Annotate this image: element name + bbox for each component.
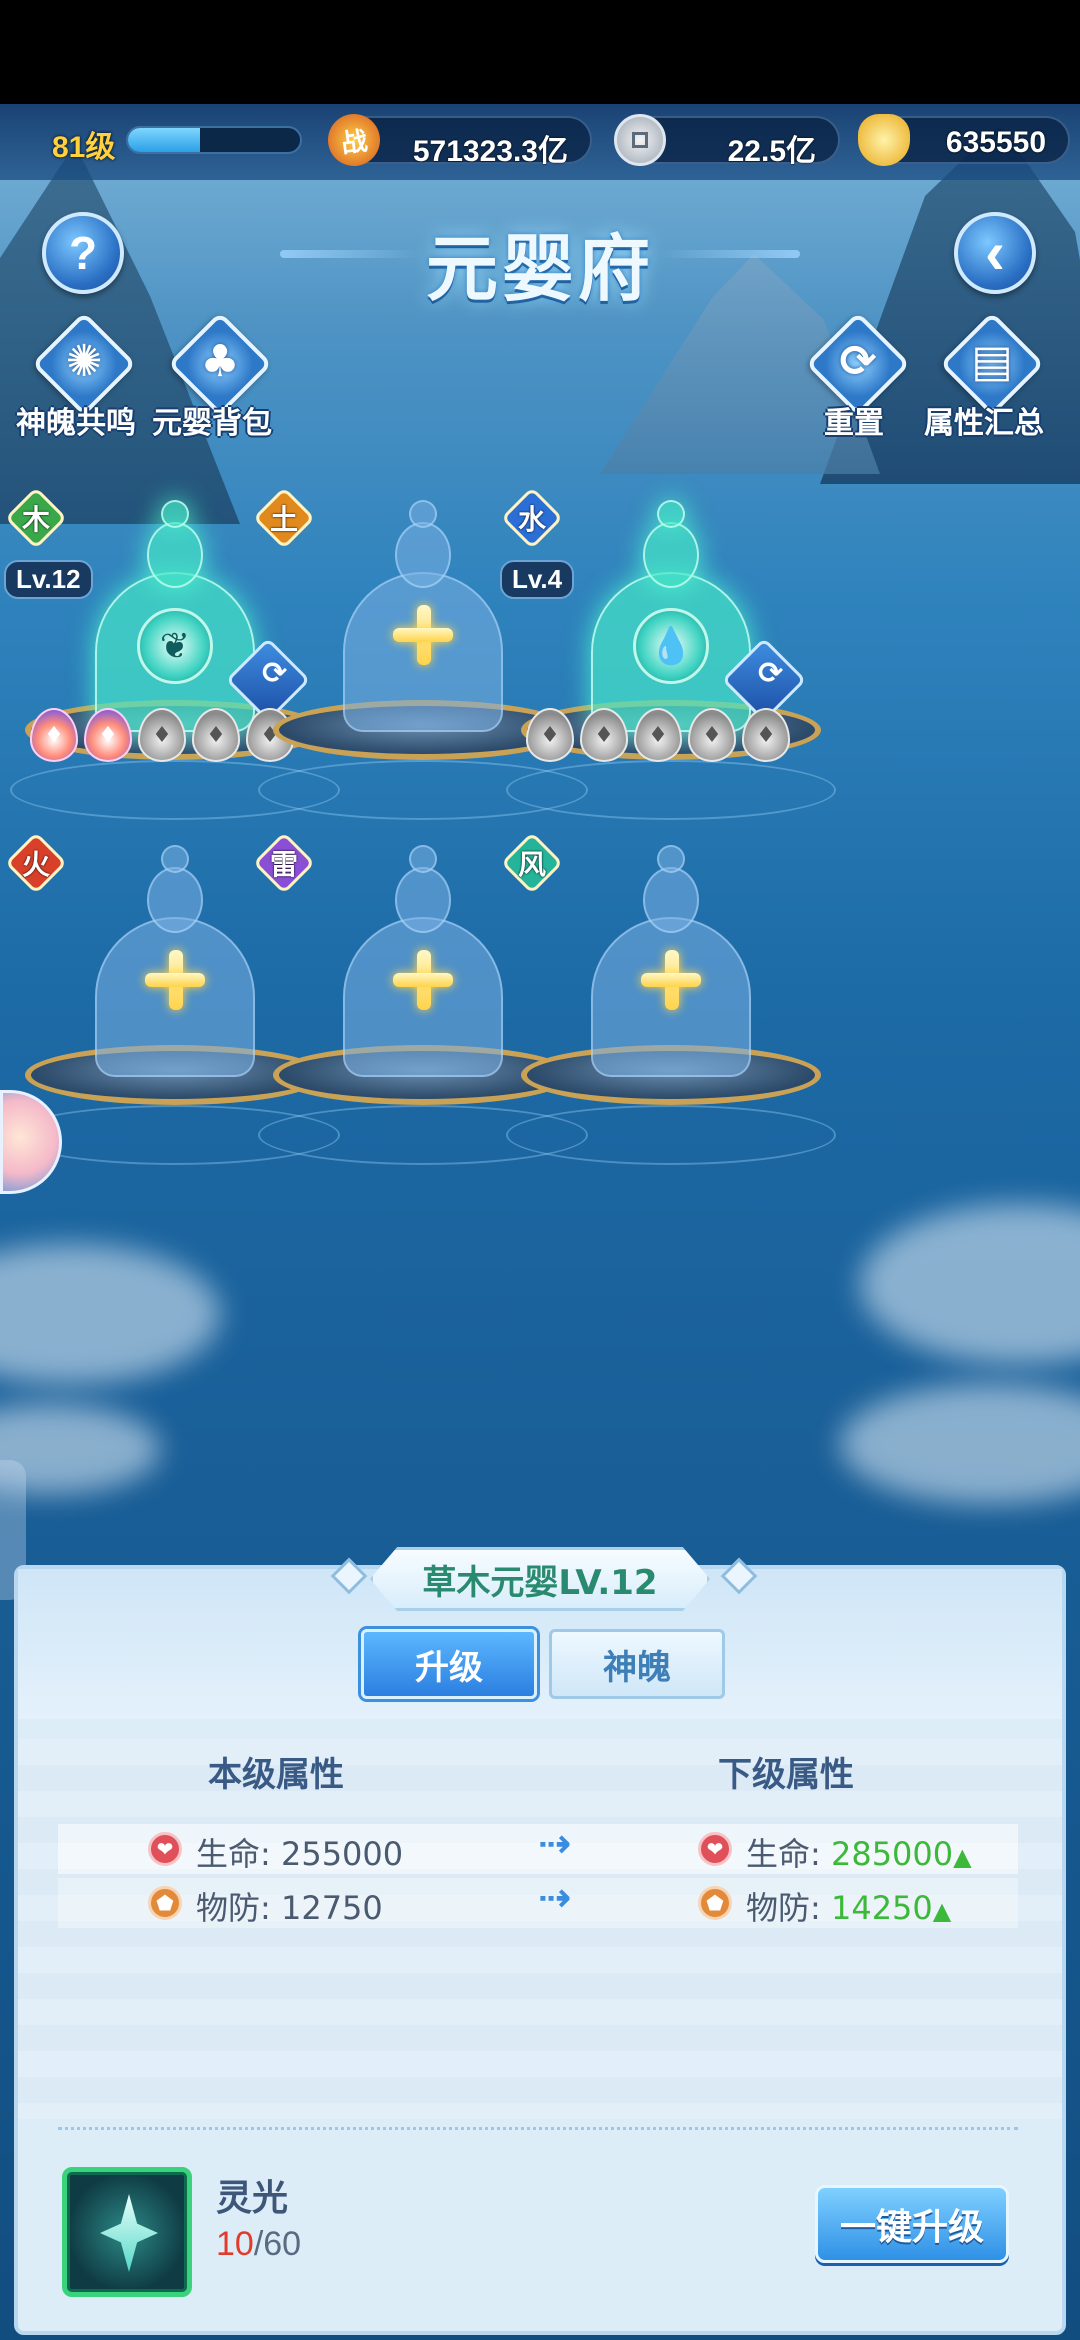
silver-resource[interactable]: 22.5亿	[614, 114, 840, 168]
yuanying-slot[interactable]: 风	[500, 831, 836, 1165]
element-badge: 水	[500, 486, 564, 550]
def-next: 物防: 14250▲	[746, 1889, 952, 1927]
tab-upgrade[interactable]: 升级	[361, 1629, 537, 1699]
def-current: 物防: 12750	[196, 1889, 383, 1927]
arrow-right-icon: ⇢	[538, 1875, 572, 1921]
element-badge: 土	[252, 486, 316, 550]
flame-gem-icon: ♦	[580, 708, 628, 762]
xp-bar	[126, 126, 302, 154]
back-arrow-icon: ‹	[985, 219, 1005, 286]
current-attr-header: 本级属性	[208, 1755, 344, 1795]
battle-power-icon: 战	[324, 110, 384, 170]
element-badge: 火	[4, 831, 68, 895]
slot-level: Lv.4	[500, 560, 575, 599]
cloud	[840, 1384, 1080, 1504]
heart-icon: ❤	[698, 1832, 732, 1866]
item-count: 10/60	[216, 2225, 302, 2263]
gold-value: 635550	[945, 126, 1046, 159]
slot-level: Lv.12	[4, 560, 93, 599]
crystal-star-icon	[100, 2194, 158, 2272]
silver-value: 22.5亿	[727, 135, 816, 168]
soul-resonance-label: 神魄共鸣	[16, 406, 136, 441]
element-badge: 风	[500, 831, 564, 895]
help-button[interactable]: ?	[42, 212, 124, 294]
attr-summary-label: 属性汇总	[924, 406, 1044, 441]
arrow-right-icon: ⇢	[538, 1821, 572, 1867]
increase-arrow-icon: ▲	[932, 1897, 952, 1925]
shield-icon: ⬟	[698, 1886, 732, 1920]
flame-gem-icon: ♦	[526, 708, 574, 762]
flame-gem-icon: ♦	[688, 708, 736, 762]
gem-row: ♦ ♦ ♦ ♦ ♦	[30, 708, 294, 762]
increase-arrow-icon: ▲	[953, 1843, 972, 1871]
gem-row: ♦ ♦ ♦ ♦ ♦	[526, 708, 790, 762]
add-icon	[641, 950, 701, 1010]
item-name: 灵光	[216, 2178, 289, 2219]
refresh-icon: ⟳	[839, 336, 877, 387]
element-badge: 木	[4, 486, 68, 550]
gold-ingot-icon	[858, 114, 910, 166]
attributes-area	[18, 1739, 1062, 2119]
detail-panel: 草木元婴LV.12 升级 神魄 本级属性 下级属性 ❤ 生命: 255000 ⇢…	[14, 1547, 1066, 2335]
bag-icon: ♣	[200, 336, 240, 387]
power-resource: 战 571323.3亿	[324, 110, 592, 170]
power-value: 571323.3亿	[412, 135, 568, 168]
shield-icon: ⬟	[148, 1886, 182, 1920]
heart-icon: ❤	[148, 1832, 182, 1866]
add-icon	[145, 950, 205, 1010]
help-icon: ?	[68, 227, 98, 279]
player-level: 81级	[52, 131, 116, 164]
spirit-light-item[interactable]	[62, 2167, 192, 2297]
cloud	[0, 1244, 220, 1384]
yuanying-bag-label: 元婴背包	[152, 406, 272, 441]
next-attr-header: 下级属性	[718, 1755, 854, 1795]
element-badge: 雷	[252, 831, 316, 895]
panel-title: 草木元婴LV.12	[370, 1547, 710, 1611]
add-icon	[393, 950, 453, 1010]
flame-gem-icon: ♦	[138, 708, 186, 762]
page-title: 元婴府	[425, 227, 654, 311]
top-resource-bar: 81级 战 571323.3亿 22.5亿 635550	[0, 104, 1080, 180]
flame-gem-icon: ♦	[30, 708, 78, 762]
element-orb-icon: ❦	[137, 608, 213, 684]
yuanying-slot[interactable]: 💧 ⟳ ♦ ♦ ♦ ♦ ♦ Lv.4 水	[500, 486, 836, 820]
hp-next: 生命: 285000▲	[746, 1835, 972, 1873]
reset-label: 重置	[824, 406, 884, 441]
swap-icon: ⟳	[758, 655, 784, 691]
flame-gem-icon: ♦	[192, 708, 240, 762]
tab-soul[interactable]: 神魄	[549, 1629, 725, 1699]
book-icon: ▤	[971, 336, 1013, 387]
back-button[interactable]: ‹	[954, 212, 1036, 294]
flame-gem-icon: ♦	[84, 708, 132, 762]
gold-resource[interactable]: 635550	[858, 114, 1070, 166]
hp-current: 生命: 255000	[196, 1835, 404, 1873]
sun-wheel-icon: ✺	[65, 336, 103, 387]
flame-gem-icon: ♦	[634, 708, 682, 762]
upgrade-all-button[interactable]: 一键升级	[815, 2185, 1009, 2263]
element-orb-icon: 💧	[633, 608, 709, 684]
silver-coin-icon	[614, 114, 666, 166]
flame-gem-icon: ♦	[742, 708, 790, 762]
xp-bar-fill	[128, 128, 201, 152]
divider	[58, 2127, 1018, 2130]
add-icon	[393, 605, 453, 665]
cloud	[860, 1204, 1080, 1364]
